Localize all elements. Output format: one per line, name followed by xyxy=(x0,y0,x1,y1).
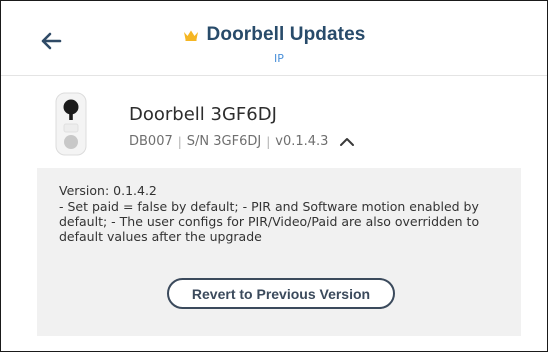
meta-separator: | xyxy=(177,134,182,149)
device-serial: S/N 3GF6DJ xyxy=(186,134,262,149)
device-model: DB007 xyxy=(129,134,173,149)
crown-icon xyxy=(183,30,198,41)
page-subtitle: IP xyxy=(274,52,284,65)
page-title: Doorbell Updates xyxy=(206,24,366,45)
header-bar: Doorbell Updates IP xyxy=(1,1,547,76)
device-row: Doorbell 3GF6DJ DB007 | S/N 3GF6DJ | v0.… xyxy=(1,76,547,168)
device-firmware: v0.1.4.3 xyxy=(275,134,329,149)
release-notes-panel: Version: 0.1.4.2 - Set paid = false by d… xyxy=(37,168,521,336)
chevron-up-icon xyxy=(340,137,355,146)
meta-separator: | xyxy=(266,134,271,149)
device-name: Doorbell 3GF6DJ xyxy=(129,104,277,125)
title-row: Doorbell Updates xyxy=(1,21,547,49)
device-meta: DB007 | S/N 3GF6DJ | v0.1.4.3 xyxy=(129,134,356,149)
collapse-button[interactable] xyxy=(338,135,356,149)
release-notes: - Set paid = false by default; - PIR and… xyxy=(59,199,480,244)
revert-button[interactable]: Revert to Previous Version xyxy=(167,278,395,309)
app-frame: Doorbell Updates IP Doorbell 3GF6DJ DB00… xyxy=(0,0,548,352)
release-version: Version: 0.1.4.2 xyxy=(59,183,157,198)
doorbell-device-icon xyxy=(55,92,87,156)
